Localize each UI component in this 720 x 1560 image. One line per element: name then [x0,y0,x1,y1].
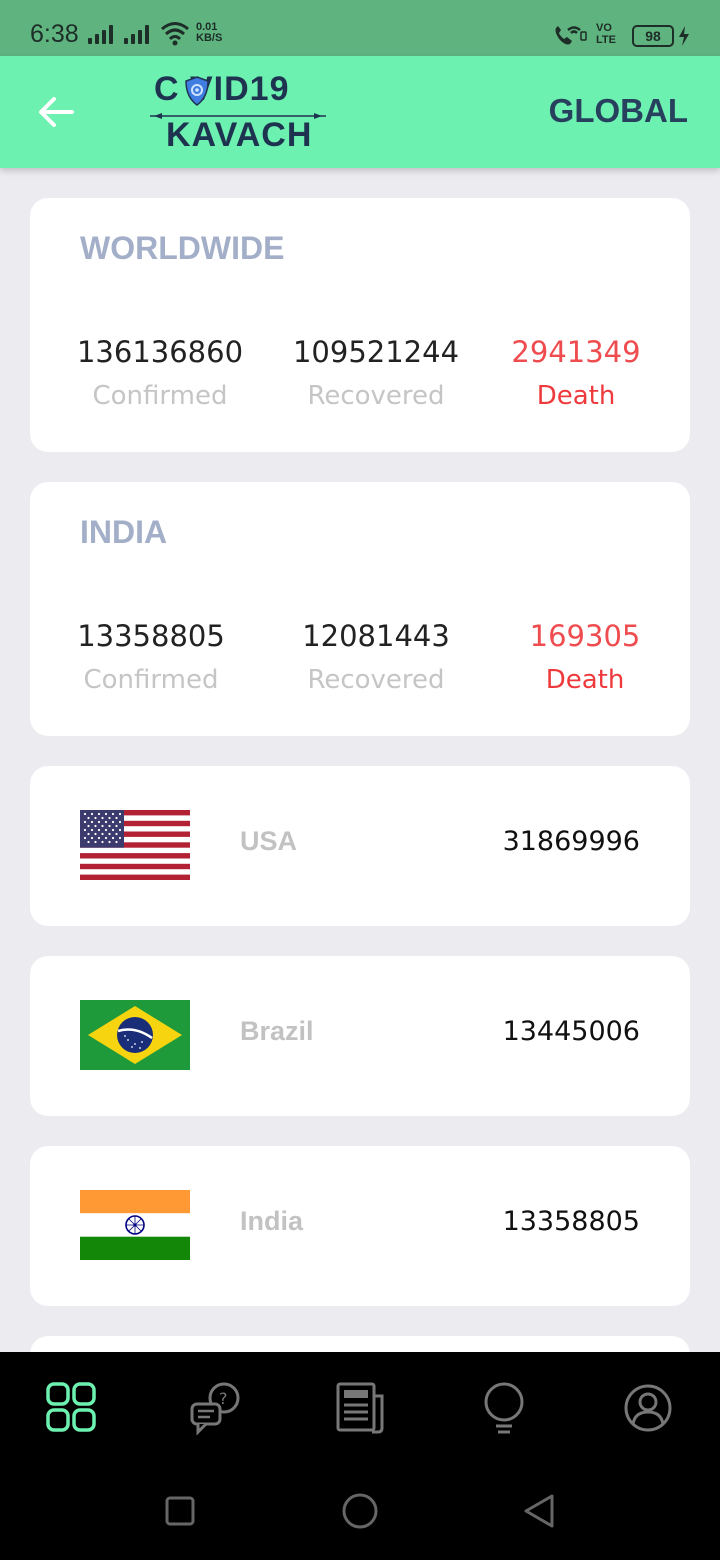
system-nav-bar [0,1462,720,1560]
profile-icon[interactable] [620,1380,676,1436]
status-bar: 6:38 0.01 KB/S VO LTE 98 [0,0,720,56]
status-time: 6:38 [30,20,79,48]
faq-chat-icon[interactable]: ? [188,1380,244,1436]
country-count: 13445006 [502,1016,640,1047]
recovered-stat: 109521244 Recovered [271,334,481,416]
brazil-flag-icon [80,1000,190,1070]
back-icon[interactable] [520,1492,560,1532]
death-stat: 2941349 Death [471,334,681,416]
app-logo: C VID19 KAVACH [150,70,326,156]
wifi-icon [161,22,189,46]
bottom-nav: ? [0,1352,720,1462]
confirmed-label: Confirmed [83,665,219,695]
country-row-usa[interactable]: USA 31869996 [30,766,690,926]
speed-unit: KB/S [196,32,223,44]
country-count: 31869996 [502,826,640,857]
usa-flag-icon [80,810,190,880]
india-summary-card: INDIA 13358805 Confirmed 12081443 Recove… [30,482,690,736]
tips-bulb-icon[interactable] [476,1380,532,1436]
recovered-stat: 12081443 Recovered [271,618,481,700]
country-name: Brazil [240,1016,314,1046]
country-row-brazil[interactable]: Brazil 13445006 [30,956,690,1116]
confirmed-stat: 13358805 Confirmed [46,618,256,700]
recovered-label: Recovered [307,381,445,411]
worldwide-card: WORLDWIDE 136136860 Confirmed 109521244 … [30,198,690,452]
volte-indicator: VO LTE [596,22,616,46]
death-label: Death [536,381,616,411]
logo-line1: C VID19 [154,70,290,108]
logo-line2: KAVACH [166,116,313,154]
confirmed-stat: 136136860 Confirmed [55,334,265,416]
battery-icon: 98 [632,25,674,47]
shield-icon [185,76,209,106]
recovered-count: 109521244 [292,335,460,369]
volte-bottom: LTE [596,34,616,46]
volte-top: VO [596,22,612,34]
network-speed: 0.01 KB/S [196,22,222,44]
back-arrow-icon[interactable] [36,92,76,132]
news-icon[interactable] [332,1380,388,1436]
battery-level: 98 [645,28,661,44]
recovered-label: Recovered [307,665,445,695]
country-count: 13358805 [502,1206,640,1237]
death-stat: 169305 Death [480,618,690,700]
country-name: India [240,1206,304,1236]
signal-icon [124,24,149,44]
charging-icon [679,26,689,46]
home-icon[interactable] [340,1492,380,1532]
dashboard-icon[interactable] [44,1380,100,1436]
card-title: WORLDWIDE [80,230,285,266]
app-bar: C VID19 KAVACH GLOBAL [0,56,720,168]
recents-icon[interactable] [160,1492,200,1532]
card-title: INDIA [80,514,168,550]
wifi-call-icon [555,26,587,45]
confirmed-count: 136136860 [76,335,244,369]
global-toggle[interactable]: GLOBAL [549,92,688,130]
confirmed-label: Confirmed [92,381,228,411]
signal-icon [88,24,113,44]
india-flag-icon [80,1190,190,1260]
recovered-count: 12081443 [302,619,450,653]
confirmed-count: 13358805 [77,619,225,653]
svg-text:?: ? [219,1389,228,1408]
country-row-india[interactable]: India 13358805 [30,1146,690,1306]
country-name: USA [240,826,298,856]
death-count: 169305 [529,619,641,653]
death-count: 2941349 [511,335,641,369]
death-label: Death [545,665,625,695]
